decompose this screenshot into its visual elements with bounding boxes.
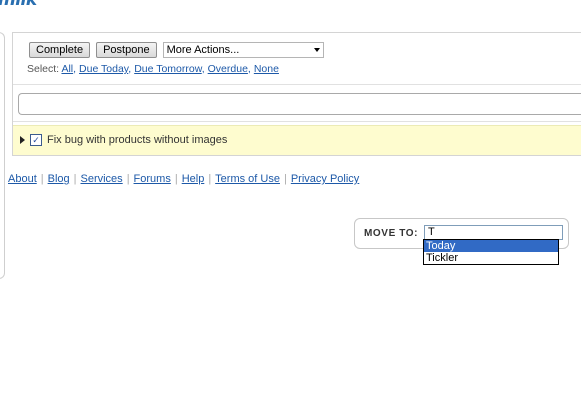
separator: ,	[201, 63, 205, 75]
task-row[interactable]: ✓ Fix bug with products without images	[13, 125, 581, 155]
select-all-link[interactable]: All	[61, 63, 73, 75]
separator: |	[126, 173, 130, 185]
footer-privacy-link[interactable]: Privacy Policy	[291, 173, 359, 185]
select-none-link[interactable]: None	[254, 63, 279, 75]
footer-forums-link[interactable]: Forums	[134, 173, 171, 185]
separator: |	[174, 173, 178, 185]
more-actions-label: More Actions...	[166, 44, 240, 56]
select-overdue-link[interactable]: Overdue	[208, 63, 248, 75]
separator: |	[40, 173, 44, 185]
footer-terms-link[interactable]: Terms of Use	[215, 173, 280, 185]
chevron-down-icon	[313, 48, 320, 52]
footer-help-link[interactable]: Help	[182, 173, 205, 185]
footer-about-link[interactable]: About	[8, 173, 37, 185]
divider	[13, 121, 581, 122]
task-checkbox[interactable]: ✓	[30, 134, 42, 146]
select-due-tomorrow-link[interactable]: Due Tomorrow	[134, 63, 202, 75]
logo-text: milk	[0, 0, 37, 10]
add-task-input[interactable]	[18, 93, 581, 115]
select-label: Select:	[27, 63, 60, 75]
move-to-input[interactable]: T	[424, 225, 563, 240]
footer-links: About | Blog | Services | Forums | Help | Terms of…	[8, 173, 359, 185]
sidebar-panel-edge	[0, 32, 5, 279]
task-panel: Complete Postpone More Actions... Select…	[12, 32, 581, 156]
separator: ,	[247, 63, 251, 75]
suggestion-tickler[interactable]: Tickler	[424, 252, 558, 264]
expand-arrow-icon[interactable]	[20, 136, 25, 144]
separator: |	[283, 173, 287, 185]
separator: |	[208, 173, 212, 185]
separator: |	[73, 173, 77, 185]
suggestion-today[interactable]: Today	[424, 240, 558, 252]
move-to-label: MOVE TO:	[364, 228, 419, 239]
divider	[13, 84, 581, 85]
postpone-button[interactable]: Postpone	[96, 42, 157, 58]
select-due-today-link[interactable]: Due Today	[79, 63, 128, 75]
app-logo[interactable]: milk	[0, 0, 37, 10]
more-actions-select[interactable]: More Actions...	[162, 42, 324, 58]
footer-blog-link[interactable]: Blog	[48, 173, 70, 185]
separator: ,	[73, 63, 77, 75]
select-filter-row: Select: All, Due Today, Due Tomorrow, Overd…	[27, 63, 279, 75]
task-name[interactable]: Fix bug with products without images	[47, 134, 227, 146]
complete-button[interactable]: Complete	[29, 42, 91, 58]
footer-services-link[interactable]: Services	[81, 173, 123, 185]
move-to-suggestions: Today Tickler	[423, 239, 559, 265]
separator: ,	[128, 63, 132, 75]
task-toolbar: Complete Postpone More Actions...	[29, 41, 324, 59]
